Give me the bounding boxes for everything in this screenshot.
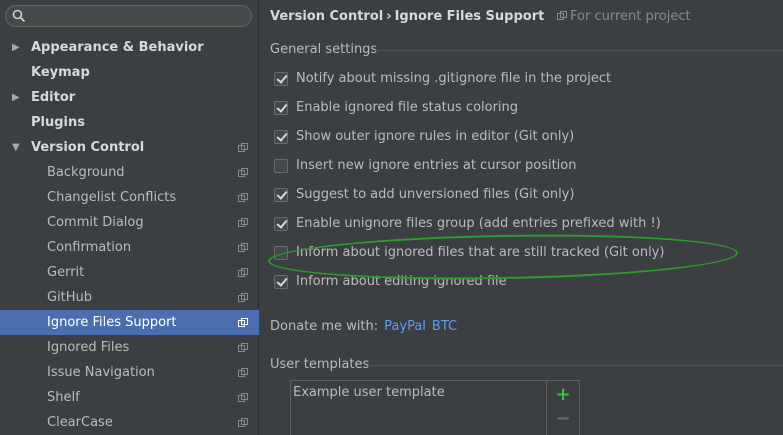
option-label: Enable unignore files group (add entries… (296, 216, 661, 231)
option-label: Notify about missing .gitignore file in … (296, 71, 612, 86)
add-template-button[interactable]: + (555, 386, 571, 404)
option-inform-editing-ignored[interactable]: Inform about editing ignored file (274, 272, 507, 292)
option-ignored-status-coloring[interactable]: Enable ignored file status coloring (274, 98, 519, 118)
breadcrumb-separator: › (386, 9, 392, 24)
sidebar-item-ignored-files[interactable]: Ignored Files (0, 335, 259, 360)
breadcrumb-ignore-files-support: Ignore Files Support (394, 9, 545, 24)
sidebar-item-label: Ignored Files (47, 340, 130, 355)
sidebar-item-label: GitHub (47, 290, 93, 305)
project-scope-icon (238, 343, 248, 352)
breadcrumb-version-control: Version Control (270, 9, 384, 24)
list-item[interactable]: Example user template (293, 385, 445, 400)
sidebar-item-label: Editor (31, 90, 76, 105)
sidebar-item-keymap[interactable]: Keymap (0, 60, 259, 85)
expand-arrow-icon[interactable]: ▶ (12, 85, 20, 110)
sidebar-item-clearcase[interactable]: ClearCase (0, 410, 259, 435)
project-scope-icon (238, 143, 248, 152)
sidebar-item-issue-navigation[interactable]: Issue Navigation (0, 360, 259, 385)
sidebar-item-label: Commit Dialog (47, 215, 144, 230)
sidebar-item-commit-dialog[interactable]: Commit Dialog (0, 210, 259, 235)
collapse-arrow-icon[interactable]: ▼ (12, 135, 20, 160)
option-label: Insert new ignore entries at cursor posi… (296, 158, 577, 173)
sidebar-item-label: Version Control (31, 140, 145, 155)
option-label: Inform about ignored files that are stil… (296, 245, 665, 260)
checkbox[interactable] (274, 275, 288, 289)
templates-list[interactable]: Example user template (291, 381, 547, 435)
project-scope-icon (238, 293, 248, 302)
general-settings-title: General settings (270, 42, 378, 57)
sidebar-item-gerrit[interactable]: Gerrit (0, 260, 259, 285)
option-insert-at-cursor[interactable]: Insert new ignore entries at cursor posi… (274, 156, 577, 176)
project-scope-icon (557, 11, 567, 20)
sidebar-item-version-control[interactable]: ▼ Version Control (0, 135, 259, 160)
scope-label: For current project (570, 9, 691, 24)
section-divider (374, 50, 783, 51)
scope-hint: For current project (557, 8, 691, 26)
remove-template-button[interactable]: − (555, 410, 571, 428)
donate-row: Donate me with: PayPal BTC (270, 318, 457, 336)
project-scope-icon (238, 268, 248, 277)
checkbox[interactable] (274, 217, 288, 231)
sidebar-item-label: Issue Navigation (47, 365, 155, 380)
project-scope-icon (238, 318, 248, 327)
section-divider (368, 365, 783, 366)
sidebar-item-appearance-behavior[interactable]: ▶ Appearance & Behavior (0, 35, 259, 60)
option-notify-missing-gitignore[interactable]: Notify about missing .gitignore file in … (274, 69, 612, 89)
sidebar-item-label: Background (47, 165, 125, 180)
sidebar-item-background[interactable]: Background (0, 160, 259, 185)
option-label: Inform about editing ignored file (296, 274, 507, 289)
sidebar-item-ignore-files-support[interactable]: Ignore Files Support (0, 310, 259, 335)
sidebar-item-plugins[interactable]: Plugins (0, 110, 259, 135)
project-scope-icon (238, 418, 248, 427)
option-inform-tracked-ignored[interactable]: Inform about ignored files that are stil… (274, 243, 665, 263)
user-templates-title: User templates (270, 357, 370, 372)
search-icon (12, 9, 26, 23)
sidebar-item-label: Gerrit (47, 265, 85, 280)
project-scope-icon (238, 218, 248, 227)
sidebar-item-shelf[interactable]: Shelf (0, 385, 259, 410)
option-label: Suggest to add unversioned files (Git on… (296, 187, 575, 202)
user-templates-panel: Example user template + − (290, 380, 580, 435)
project-scope-icon (238, 243, 248, 252)
expand-arrow-icon[interactable]: ▶ (12, 35, 20, 60)
sidebar-item-label: Keymap (31, 65, 90, 80)
sidebar-item-label: Changelist Conflicts (47, 190, 177, 205)
project-scope-icon (238, 193, 248, 202)
project-scope-icon (238, 168, 248, 177)
sidebar-item-confirmation[interactable]: Confirmation (0, 235, 259, 260)
sidebar-item-label: Confirmation (47, 240, 132, 255)
option-unignore-group[interactable]: Enable unignore files group (add entries… (274, 214, 661, 234)
option-label: Show outer ignore rules in editor (Git o… (296, 129, 575, 144)
checkbox[interactable] (274, 72, 288, 86)
project-scope-icon (238, 368, 248, 377)
breadcrumb: Version Control › Ignore Files Support (270, 8, 544, 26)
sidebar-item-label: Appearance & Behavior (31, 40, 204, 55)
sidebar-item-label: ClearCase (47, 415, 113, 430)
sidebar-item-changelist-conflicts[interactable]: Changelist Conflicts (0, 185, 259, 210)
sidebar-item-github[interactable]: GitHub (0, 285, 259, 310)
sidebar-item-label: Ignore Files Support (47, 315, 177, 330)
checkbox[interactable] (274, 188, 288, 202)
checkbox[interactable] (274, 246, 288, 260)
settings-sidebar: ▶ Appearance & Behavior Keymap ▶ Editor … (0, 0, 259, 435)
project-scope-icon (238, 393, 248, 402)
search-input[interactable] (5, 5, 252, 27)
btc-link[interactable]: BTC (432, 319, 457, 334)
checkbox[interactable] (274, 130, 288, 144)
checkbox[interactable] (274, 101, 288, 115)
option-outer-ignore-rules[interactable]: Show outer ignore rules in editor (Git o… (274, 127, 575, 147)
donate-label: Donate me with: (270, 319, 379, 334)
option-label: Enable ignored file status coloring (296, 100, 519, 115)
sidebar-item-editor[interactable]: ▶ Editor (0, 85, 259, 110)
option-suggest-unversioned[interactable]: Suggest to add unversioned files (Git on… (274, 185, 575, 205)
checkbox[interactable] (274, 159, 288, 173)
sidebar-item-label: Shelf (47, 390, 80, 405)
settings-main-panel: Version Control › Ignore Files Support For… (260, 0, 783, 435)
paypal-link[interactable]: PayPal (384, 319, 426, 334)
sidebar-item-label: Plugins (31, 115, 85, 130)
